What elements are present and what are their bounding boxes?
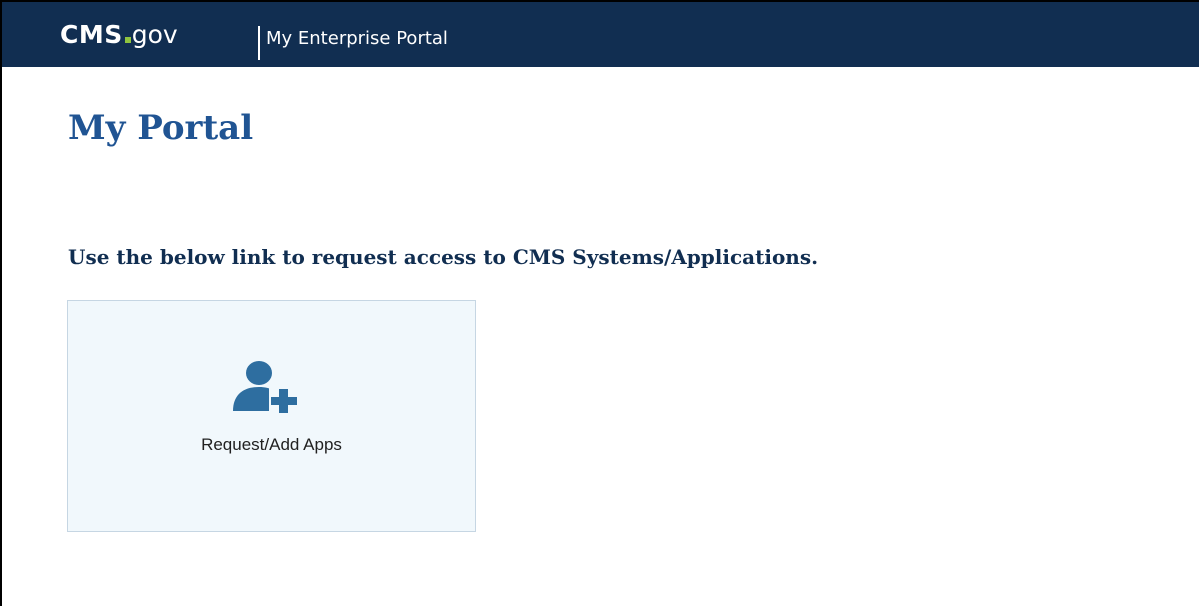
portal-name: My Enterprise Portal: [266, 28, 448, 49]
logo-dot: [124, 37, 131, 43]
tile-label: Request/Add Apps: [201, 435, 342, 454]
instructions-text: Use the below link to request access to …: [68, 245, 819, 269]
cms-gov-logo[interactable]: CMS gov: [60, 20, 178, 49]
site-header: CMS gov My Enterprise Portal: [2, 2, 1199, 67]
header-divider: [258, 26, 260, 60]
logo-gov-text: gov: [131, 20, 178, 49]
request-add-apps-tile[interactable]: Request/Add Apps: [67, 300, 476, 532]
logo-cms-text: CMS: [60, 20, 123, 49]
user-add-icon: [225, 361, 317, 413]
page-title: My Portal: [68, 108, 254, 148]
